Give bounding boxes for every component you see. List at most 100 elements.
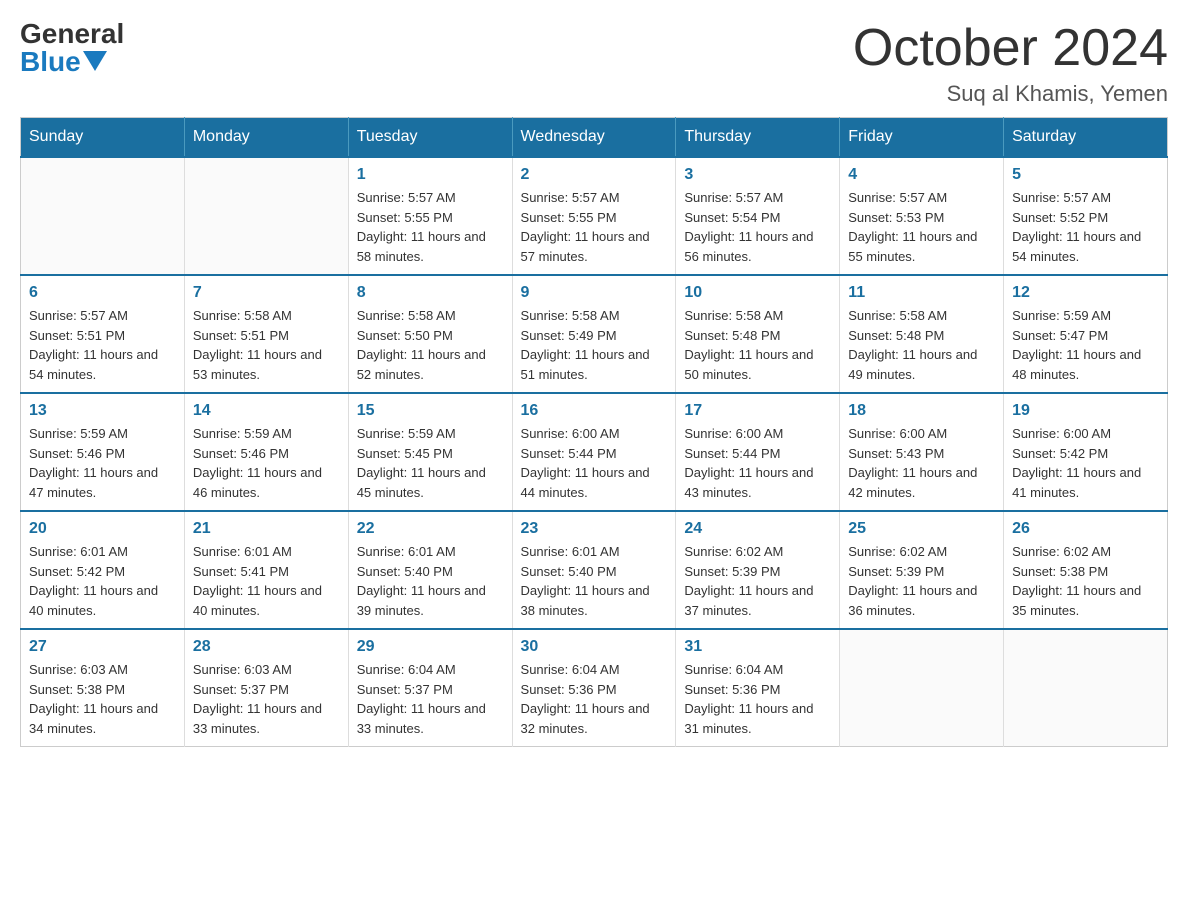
calendar-cell (21, 157, 185, 275)
day-info: Sunrise: 5:59 AMSunset: 5:46 PMDaylight:… (193, 424, 340, 502)
day-number: 27 (29, 638, 176, 656)
day-info: Sunrise: 5:57 AMSunset: 5:55 PMDaylight:… (521, 188, 668, 266)
header-monday: Monday (184, 118, 348, 158)
day-info: Sunrise: 6:04 AMSunset: 5:36 PMDaylight:… (521, 660, 668, 738)
location-title: Suq al Khamis, Yemen (853, 81, 1168, 107)
header-tuesday: Tuesday (348, 118, 512, 158)
day-info: Sunrise: 5:58 AMSunset: 5:48 PMDaylight:… (848, 306, 995, 384)
calendar-cell: 18 Sunrise: 6:00 AMSunset: 5:43 PMDayligh… (840, 393, 1004, 511)
day-info: Sunrise: 6:03 AMSunset: 5:38 PMDaylight:… (29, 660, 176, 738)
calendar-cell: 20 Sunrise: 6:01 AMSunset: 5:42 PMDayligh… (21, 511, 185, 629)
day-number: 5 (1012, 166, 1159, 184)
calendar-week-4: 20 Sunrise: 6:01 AMSunset: 5:42 PMDayligh… (21, 511, 1168, 629)
calendar-cell: 14 Sunrise: 5:59 AMSunset: 5:46 PMDayligh… (184, 393, 348, 511)
day-info: Sunrise: 6:03 AMSunset: 5:37 PMDaylight:… (193, 660, 340, 738)
day-info: Sunrise: 6:00 AMSunset: 5:44 PMDaylight:… (684, 424, 831, 502)
title-section: October 2024 Suq al Khamis, Yemen (853, 20, 1168, 107)
day-number: 10 (684, 284, 831, 302)
day-info: Sunrise: 6:02 AMSunset: 5:39 PMDaylight:… (848, 542, 995, 620)
day-number: 20 (29, 520, 176, 538)
logo: General Blue (20, 20, 124, 76)
header-friday: Friday (840, 118, 1004, 158)
calendar-cell: 7 Sunrise: 5:58 AMSunset: 5:51 PMDaylight… (184, 275, 348, 393)
calendar-week-2: 6 Sunrise: 5:57 AMSunset: 5:51 PMDaylight… (21, 275, 1168, 393)
day-info: Sunrise: 6:01 AMSunset: 5:40 PMDaylight:… (521, 542, 668, 620)
calendar-cell (1004, 629, 1168, 747)
calendar-cell: 25 Sunrise: 6:02 AMSunset: 5:39 PMDayligh… (840, 511, 1004, 629)
calendar-cell: 1 Sunrise: 5:57 AMSunset: 5:55 PMDaylight… (348, 157, 512, 275)
day-number: 3 (684, 166, 831, 184)
calendar-week-1: 1 Sunrise: 5:57 AMSunset: 5:55 PMDaylight… (21, 157, 1168, 275)
day-number: 8 (357, 284, 504, 302)
calendar-cell: 8 Sunrise: 5:58 AMSunset: 5:50 PMDaylight… (348, 275, 512, 393)
calendar-cell: 23 Sunrise: 6:01 AMSunset: 5:40 PMDayligh… (512, 511, 676, 629)
day-info: Sunrise: 5:59 AMSunset: 5:46 PMDaylight:… (29, 424, 176, 502)
page-header: General Blue October 2024 Suq al Khamis,… (20, 20, 1168, 107)
calendar-cell: 9 Sunrise: 5:58 AMSunset: 5:49 PMDaylight… (512, 275, 676, 393)
day-number: 18 (848, 402, 995, 420)
day-info: Sunrise: 5:58 AMSunset: 5:50 PMDaylight:… (357, 306, 504, 384)
calendar-cell (840, 629, 1004, 747)
calendar-cell: 6 Sunrise: 5:57 AMSunset: 5:51 PMDaylight… (21, 275, 185, 393)
day-number: 6 (29, 284, 176, 302)
month-title: October 2024 (853, 20, 1168, 77)
day-number: 26 (1012, 520, 1159, 538)
day-number: 22 (357, 520, 504, 538)
day-number: 29 (357, 638, 504, 656)
calendar-cell: 22 Sunrise: 6:01 AMSunset: 5:40 PMDayligh… (348, 511, 512, 629)
day-number: 25 (848, 520, 995, 538)
calendar-cell: 5Sunrise: 5:57 AMSunset: 5:52 PMDaylight… (1004, 157, 1168, 275)
day-info: Sunrise: 6:00 AMSunset: 5:43 PMDaylight:… (848, 424, 995, 502)
calendar-cell: 28 Sunrise: 6:03 AMSunset: 5:37 PMDayligh… (184, 629, 348, 747)
day-number: 2 (521, 166, 668, 184)
day-info: Sunrise: 5:58 AMSunset: 5:51 PMDaylight:… (193, 306, 340, 384)
day-info: Sunrise: 5:58 AMSunset: 5:49 PMDaylight:… (521, 306, 668, 384)
day-number: 9 (521, 284, 668, 302)
day-info: Sunrise: 5:57 AMSunset: 5:55 PMDaylight:… (357, 188, 504, 266)
day-number: 23 (521, 520, 668, 538)
calendar-cell: 13 Sunrise: 5:59 AMSunset: 5:46 PMDayligh… (21, 393, 185, 511)
calendar-cell: 17 Sunrise: 6:00 AMSunset: 5:44 PMDayligh… (676, 393, 840, 511)
calendar-cell: 4 Sunrise: 5:57 AMSunset: 5:53 PMDaylight… (840, 157, 1004, 275)
day-number: 4 (848, 166, 995, 184)
day-number: 11 (848, 284, 995, 302)
day-info: Sunrise: 6:01 AMSunset: 5:42 PMDaylight:… (29, 542, 176, 620)
calendar-cell: 19Sunrise: 6:00 AMSunset: 5:42 PMDayligh… (1004, 393, 1168, 511)
calendar-cell: 11 Sunrise: 5:58 AMSunset: 5:48 PMDayligh… (840, 275, 1004, 393)
calendar-cell (184, 157, 348, 275)
day-number: 7 (193, 284, 340, 302)
calendar-table: Sunday Monday Tuesday Wednesday Thursday… (20, 117, 1168, 747)
day-info: Sunrise: 6:01 AMSunset: 5:40 PMDaylight:… (357, 542, 504, 620)
calendar-body: 1 Sunrise: 5:57 AMSunset: 5:55 PMDaylight… (21, 157, 1168, 747)
day-number: 13 (29, 402, 176, 420)
logo-triangle-icon (83, 51, 107, 71)
calendar-cell: 29 Sunrise: 6:04 AMSunset: 5:37 PMDayligh… (348, 629, 512, 747)
calendar-cell: 26 Sunrise: 6:02 AMSunset: 5:38 PMDayligh… (1004, 511, 1168, 629)
day-info: Sunrise: 6:04 AMSunset: 5:37 PMDaylight:… (357, 660, 504, 738)
calendar-cell: 16Sunrise: 6:00 AMSunset: 5:44 PMDayligh… (512, 393, 676, 511)
day-number: 14 (193, 402, 340, 420)
day-number: 28 (193, 638, 340, 656)
calendar-cell: 10 Sunrise: 5:58 AMSunset: 5:48 PMDayligh… (676, 275, 840, 393)
day-info: Sunrise: 5:59 AMSunset: 5:47 PMDaylight:… (1012, 306, 1159, 384)
day-info: Sunrise: 5:58 AMSunset: 5:48 PMDaylight:… (684, 306, 831, 384)
day-info: Sunrise: 6:04 AMSunset: 5:36 PMDaylight:… (684, 660, 831, 738)
day-info: Sunrise: 5:57 AMSunset: 5:53 PMDaylight:… (848, 188, 995, 266)
day-info: Sunrise: 6:02 AMSunset: 5:39 PMDaylight:… (684, 542, 831, 620)
day-info: Sunrise: 6:01 AMSunset: 5:41 PMDaylight:… (193, 542, 340, 620)
day-number: 31 (684, 638, 831, 656)
calendar-cell: 15Sunrise: 5:59 AMSunset: 5:45 PMDayligh… (348, 393, 512, 511)
calendar-cell: 27 Sunrise: 6:03 AMSunset: 5:38 PMDayligh… (21, 629, 185, 747)
header-thursday: Thursday (676, 118, 840, 158)
day-info: Sunrise: 5:57 AMSunset: 5:51 PMDaylight:… (29, 306, 176, 384)
calendar-cell: 24 Sunrise: 6:02 AMSunset: 5:39 PMDayligh… (676, 511, 840, 629)
day-number: 1 (357, 166, 504, 184)
logo-blue-text: Blue (20, 48, 107, 76)
day-number: 12 (1012, 284, 1159, 302)
day-number: 24 (684, 520, 831, 538)
day-number: 30 (521, 638, 668, 656)
day-info: Sunrise: 6:02 AMSunset: 5:38 PMDaylight:… (1012, 542, 1159, 620)
day-info: Sunrise: 6:00 AMSunset: 5:42 PMDaylight:… (1012, 424, 1159, 502)
day-number: 17 (684, 402, 831, 420)
weekday-header-row: Sunday Monday Tuesday Wednesday Thursday… (21, 118, 1168, 158)
